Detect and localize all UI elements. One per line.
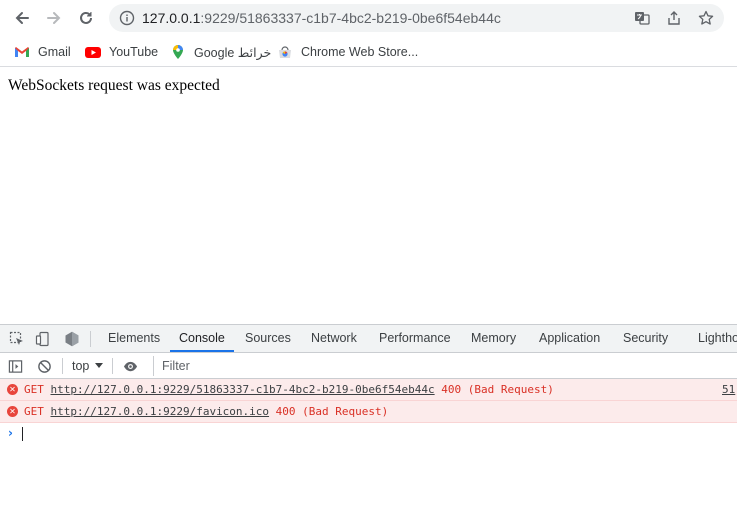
browser-toolbar: 127.0.0.1:9229/51863337-c1b7-4bc2-b219-0…	[0, 0, 737, 36]
gmail-icon	[14, 44, 30, 60]
error-icon: ✕	[7, 406, 18, 417]
chevron-down-icon	[95, 363, 103, 368]
tab-console[interactable]: Console	[170, 325, 234, 352]
console-filter-bar: top	[0, 353, 737, 379]
text-caret	[22, 427, 23, 441]
error-text: GET http://127.0.0.1:9229/51863337-c1b7-…	[24, 383, 554, 397]
chrome-web-store-icon	[277, 44, 293, 60]
bookmark-label: Google خرائط	[194, 45, 272, 60]
error-icon: ✕	[7, 384, 18, 395]
live-expression-eye-icon[interactable]	[121, 357, 139, 375]
toolbar-divider	[90, 331, 91, 347]
bookmarks-bar: Gmail YouTube Google خرائط Chrome Web St…	[0, 36, 737, 67]
address-bar[interactable]: 127.0.0.1:9229/51863337-c1b7-4bc2-b219-0…	[109, 4, 724, 32]
inspect-element-icon[interactable]	[8, 330, 26, 348]
error-text: GET http://127.0.0.1:9229/favicon.ico 40…	[24, 405, 388, 419]
reload-icon	[80, 11, 92, 24]
prompt-chevron-icon: ›	[8, 426, 13, 440]
site-info-icon[interactable]	[119, 10, 135, 26]
filter-divider	[62, 358, 63, 374]
bookmark-chrome-web-store[interactable]: Chrome Web Store...	[277, 41, 418, 63]
request-url-link[interactable]: http://127.0.0.1:9229/favicon.ico	[51, 405, 270, 418]
console-error-row[interactable]: ✕ GET http://127.0.0.1:9229/favicon.ico …	[0, 401, 737, 423]
devtools-tab-bar: Elements Console Sources Network Perform…	[0, 325, 737, 353]
tab-application[interactable]: Application	[539, 325, 600, 352]
status-text: 400 (Bad Request)	[441, 383, 554, 396]
clear-console-icon[interactable]	[35, 357, 53, 375]
tab-security[interactable]: Security	[623, 325, 668, 352]
page-message: WebSockets request was expected	[8, 77, 220, 94]
source-location-link[interactable]: 51	[722, 383, 735, 397]
url-text[interactable]: 127.0.0.1:9229/51863337-c1b7-4bc2-b219-0…	[142, 10, 501, 26]
tab-sources[interactable]: Sources	[245, 325, 291, 352]
bookmark-star-icon[interactable]	[697, 9, 715, 27]
translate-icon[interactable]	[633, 9, 651, 27]
forward-button[interactable]	[41, 5, 67, 31]
sidebar-toggle-icon[interactable]	[6, 357, 24, 375]
bookmark-google-maps[interactable]: Google خرائط	[170, 41, 271, 63]
bookmark-label: Chrome Web Store...	[301, 45, 419, 59]
back-button[interactable]	[9, 5, 35, 31]
console-messages: ✕ GET http://127.0.0.1:9229/51863337-c1b…	[0, 379, 737, 423]
filter-divider	[112, 358, 113, 374]
devtools-panel: Elements Console Sources Network Perform…	[0, 324, 737, 507]
bookmark-label: YouTube	[109, 45, 159, 59]
bookmark-gmail[interactable]: Gmail	[14, 41, 71, 63]
youtube-icon	[85, 44, 101, 60]
forward-arrow-icon	[47, 12, 61, 24]
google-maps-icon	[170, 44, 186, 60]
status-text: 400 (Bad Request)	[275, 405, 389, 418]
tab-performance[interactable]: Performance	[379, 325, 451, 352]
context-selector[interactable]: top	[72, 359, 89, 373]
tab-elements[interactable]: Elements	[108, 325, 160, 352]
request-method: GET	[24, 405, 44, 418]
node-icon[interactable]	[63, 330, 81, 348]
share-icon[interactable]	[665, 9, 683, 27]
back-arrow-icon	[15, 12, 29, 24]
filter-input[interactable]	[153, 356, 737, 376]
console-prompt[interactable]: ›	[0, 423, 737, 445]
console-error-row[interactable]: ✕ GET http://127.0.0.1:9229/51863337-c1b…	[0, 379, 737, 401]
url-host: 127.0.0.1	[142, 10, 201, 26]
request-url-link[interactable]: http://127.0.0.1:9229/51863337-c1b7-4bc2…	[51, 383, 435, 396]
device-toolbar-icon[interactable]	[34, 330, 52, 348]
tab-lighthouse[interactable]: Lighthouse	[698, 325, 737, 352]
reload-button[interactable]	[73, 5, 99, 31]
tab-memory[interactable]: Memory	[471, 325, 516, 352]
bookmark-label: Gmail	[38, 45, 71, 59]
url-path: :9229/51863337-c1b7-4bc2-b219-0be6f54eb4…	[200, 10, 501, 26]
bookmark-youtube[interactable]: YouTube	[85, 41, 158, 63]
request-method: GET	[24, 383, 44, 396]
tab-network[interactable]: Network	[311, 325, 357, 352]
